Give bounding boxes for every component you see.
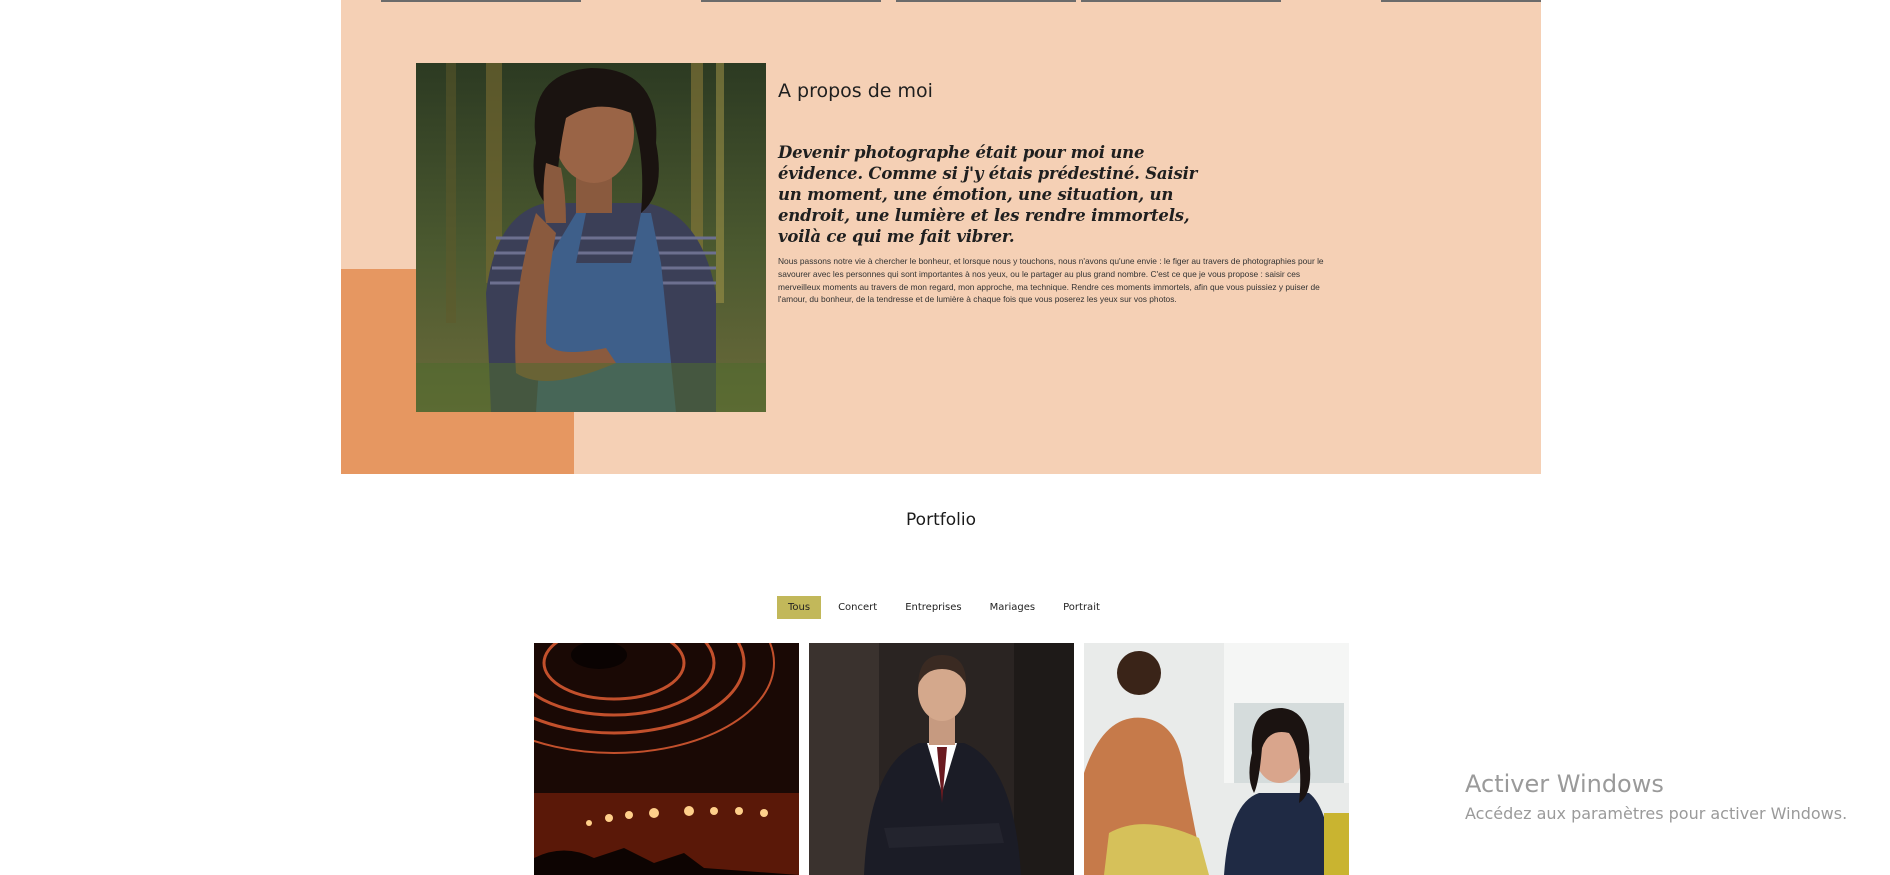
filter-concert[interactable]: Concert <box>827 596 888 619</box>
gallery-item-enterprise[interactable] <box>1084 643 1349 875</box>
top-image-strip <box>341 0 1541 2</box>
filter-tous[interactable]: Tous <box>777 596 822 619</box>
portfolio-title: Portfolio <box>906 510 976 530</box>
windows-activation-watermark: Activer Windows Accédez aux paramètres p… <box>1465 770 1847 823</box>
about-text-block: A propos de moi Devenir photographe étai… <box>778 80 1338 306</box>
about-quote: Devenir photographe était pour moi une é… <box>778 143 1198 246</box>
filter-mariages[interactable]: Mariages <box>979 596 1046 619</box>
about-title: A propos de moi <box>778 80 933 102</box>
watermark-subtitle: Accédez aux paramètres pour activer Wind… <box>1465 804 1848 823</box>
gallery-item-concert[interactable] <box>534 643 799 875</box>
portfolio-gallery <box>534 643 1349 875</box>
filter-entreprises[interactable]: Entreprises <box>894 596 972 619</box>
watermark-title: Activer Windows <box>1465 770 1664 798</box>
filter-portrait[interactable]: Portrait <box>1052 596 1111 619</box>
portfolio-filters: Tous Concert Entreprises Mariages Portra… <box>777 596 1111 619</box>
about-section: A propos de moi Devenir photographe étai… <box>341 0 1541 474</box>
about-body: Nous passons notre vie à chercher le bon… <box>778 256 1324 305</box>
portrait-photo <box>416 63 766 412</box>
gallery-item-business[interactable] <box>809 643 1074 875</box>
